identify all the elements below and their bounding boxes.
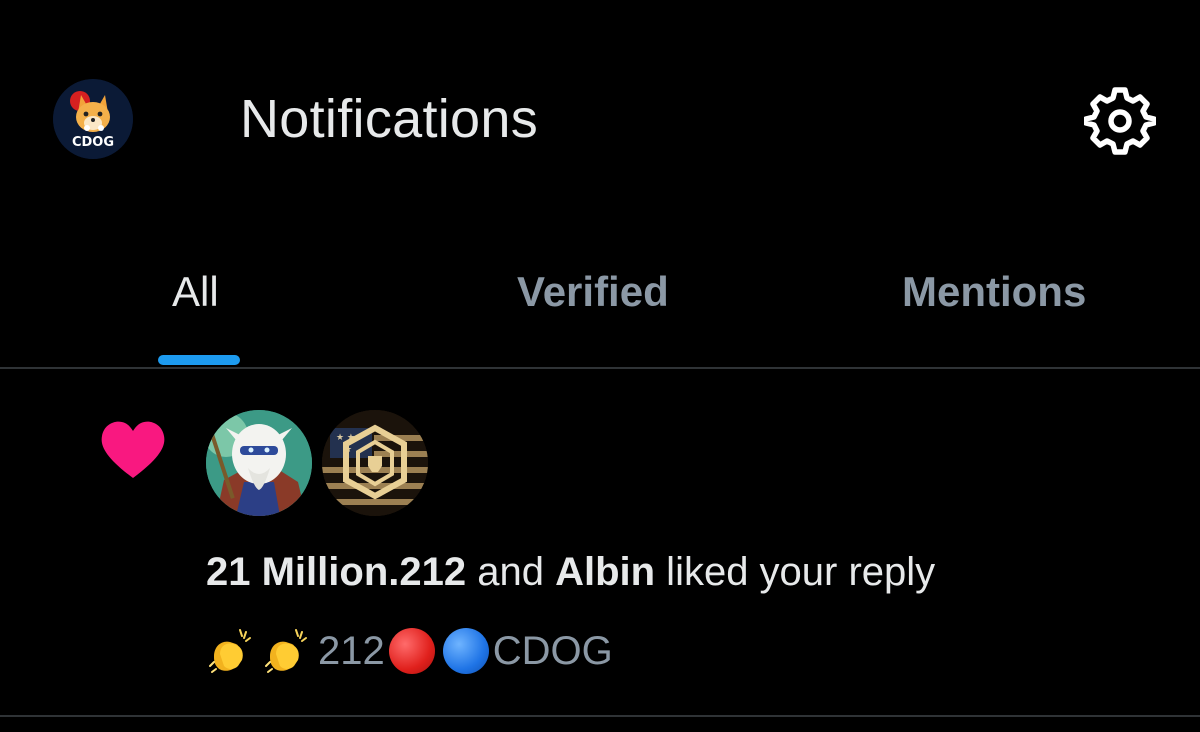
clapping-hands-icon (209, 629, 251, 673)
user-avatar-21-million[interactable] (206, 410, 312, 516)
page-title: Notifications (240, 89, 539, 149)
clapping-hands-icon (265, 629, 307, 673)
user-avatar-albin[interactable]: ★ ★ ★ (322, 410, 428, 516)
actor-name-1[interactable]: 21 Million.212 (206, 550, 466, 594)
notification-text: 21 Million.212 and Albin liked your repl… (206, 550, 935, 595)
divider (0, 715, 1200, 717)
reply-preview: 212 CDOG (206, 624, 613, 678)
action-text: liked your reply (655, 550, 936, 594)
avatar-label: CDOG (72, 135, 114, 150)
crypto-emblem-avatar-icon: ★ ★ ★ (322, 410, 428, 516)
gear-icon (1083, 87, 1157, 155)
tab-mentions-label: Mentions (902, 268, 1087, 315)
top-app-bar: CDOG Notifications (0, 0, 1200, 240)
tab-verified-label: Verified (517, 268, 669, 315)
tab-verified[interactable]: Verified (450, 240, 750, 368)
tab-all-label: All (172, 268, 219, 315)
tab-all[interactable]: All (100, 240, 300, 368)
blue-circle-icon (442, 628, 489, 674)
tab-bar: All Verified Mentions (0, 240, 1200, 368)
red-circle-icon (388, 628, 435, 674)
conjunction-text: and (466, 550, 556, 594)
actor-name-2[interactable]: Albin (555, 550, 655, 594)
profile-avatar[interactable]: CDOG (53, 79, 133, 159)
tab-mentions[interactable]: Mentions (850, 240, 1150, 368)
reply-suffix: CDOG (492, 628, 613, 673)
active-tab-indicator (158, 355, 240, 365)
yeti-avatar-icon (206, 410, 312, 516)
settings-button[interactable] (1083, 84, 1157, 156)
heart-icon (101, 421, 165, 478)
cdog-logo-icon: CDOG (53, 79, 133, 159)
reply-number: 212 (318, 628, 385, 673)
